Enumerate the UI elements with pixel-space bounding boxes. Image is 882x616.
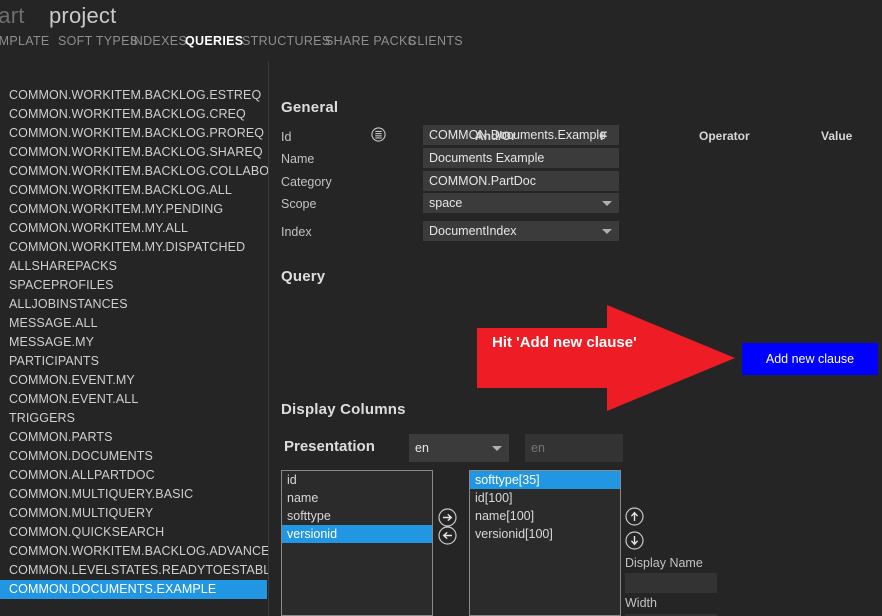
list-item[interactable]: softtype	[282, 507, 432, 525]
sidebar-item[interactable]: COMMON.WORKITEM.BACKLOG.ESTREQ	[0, 86, 268, 105]
general-section-heading: General	[281, 99, 338, 116]
chevron-down-icon	[492, 446, 502, 451]
sidebar-item[interactable]: SPACEPROFILES	[0, 276, 268, 295]
locale-text-input[interactable]	[525, 434, 623, 462]
sidebar-item[interactable]: ALLJOBINSTANCES	[0, 295, 268, 314]
sidebar-item[interactable]: COMMON.EVENT.ALL	[0, 390, 268, 409]
sidebar-item[interactable]: COMMON.DOCUMENTS.EXAMPLE	[0, 580, 267, 599]
locale-select[interactable]: en	[409, 434, 509, 462]
nav-tab-soft-types[interactable]: SOFT TYPES	[58, 34, 138, 48]
presentation-label: Presentation	[284, 438, 375, 455]
arrow-right-circle-icon[interactable]	[438, 508, 457, 527]
nav-tab-clients[interactable]: CLIENTS	[408, 34, 463, 48]
add-new-clause-button[interactable]: Add new clause	[742, 343, 878, 375]
nav-tab-structures[interactable]: STRUCTURES	[242, 34, 330, 48]
index-label: Index	[281, 225, 312, 239]
display-columns-heading: Display Columns	[281, 401, 406, 418]
sidebar-item[interactable]: COMMON.DOCUMENTS	[0, 447, 268, 466]
sidebar-item[interactable]: COMMON.WORKITEM.BACKLOG.ADVANCED	[0, 542, 268, 561]
list-item[interactable]: id	[282, 471, 432, 489]
query-list-sidebar[interactable]: COMMON.WORKITEM.BACKLOG.ESTREQCOMMON.WOR…	[0, 86, 268, 616]
sidebar-item[interactable]: ALLSHAREPACKS	[0, 257, 268, 276]
sidebar-item[interactable]: MESSAGE.MY	[0, 333, 268, 352]
chevron-down-icon	[602, 229, 612, 234]
sidebar-item[interactable]: COMMON.LEVELSTATES.READYTOESTABLISH	[0, 561, 268, 580]
nav-tab-queries[interactable]: QUERIES	[185, 34, 243, 48]
scope-label: Scope	[281, 197, 316, 211]
available-columns-list[interactable]: idnamesofttypeversionid	[281, 470, 433, 616]
sidebar-item[interactable]: COMMON.WORKITEM.BACKLOG.ALL	[0, 181, 268, 200]
index-select-value: DocumentIndex	[429, 224, 517, 238]
nav-tab-emplate[interactable]: EMPLATE	[0, 34, 50, 48]
width-label: Width	[625, 596, 657, 610]
arrow-down-circle-icon[interactable]	[625, 531, 644, 550]
sidebar-item[interactable]: COMMON.WORKITEM.BACKLOG.CREQ	[0, 105, 268, 124]
list-item[interactable]: name[100]	[470, 507, 620, 525]
sidebar-item[interactable]: PARTICIPANTS	[0, 352, 268, 371]
main-navigation: EMPLATE SOFT TYPESINDEXESQUERIESSTRUCTURE…	[0, 34, 882, 56]
query-column-header: Value	[821, 129, 852, 143]
arrow-left-circle-icon[interactable]	[438, 526, 457, 545]
list-item[interactable]: name	[282, 489, 432, 507]
list-item[interactable]: versionid	[282, 525, 432, 543]
selected-columns-list[interactable]: softtype[35]id[100]name[100]versionid[10…	[469, 470, 621, 616]
category-label: Category	[281, 175, 332, 189]
name-field[interactable]	[423, 148, 619, 168]
scope-select[interactable]: space	[423, 193, 619, 213]
sidebar-item[interactable]: COMMON.MULTIQUERY	[0, 504, 268, 523]
app-title: project	[49, 3, 116, 29]
sidebar-item[interactable]: MESSAGE.ALL	[0, 314, 268, 333]
scope-select-value: space	[429, 196, 462, 210]
id-label: Id	[281, 130, 291, 144]
application-window: tart project EMPLATE SOFT TYPESINDEXESQUE…	[0, 0, 882, 616]
arrow-up-circle-icon[interactable]	[625, 507, 644, 526]
sidebar-item[interactable]: COMMON.QUICKSEARCH	[0, 523, 268, 542]
list-item[interactable]: versionid[100]	[470, 525, 620, 543]
display-name-label: Display Name	[625, 556, 703, 570]
sidebar-item[interactable]: TRIGGERS	[0, 409, 268, 428]
list-circle-icon[interactable]	[371, 127, 386, 142]
sidebar-item[interactable]: COMMON.EVENT.MY	[0, 371, 268, 390]
query-detail-panel: General Id Name Category Scope space Ind…	[269, 86, 882, 616]
sidebar-item[interactable]: COMMON.PARTS	[0, 428, 268, 447]
query-column-header: And/Or	[475, 129, 516, 143]
nav-tab-share-packs[interactable]: SHARE PACKS	[325, 34, 416, 48]
sidebar-item[interactable]: COMMON.WORKITEM.MY.PENDING	[0, 200, 268, 219]
sidebar-item[interactable]: COMMON.WORKITEM.BACKLOG.PROREQ	[0, 124, 268, 143]
id-field[interactable]	[423, 125, 619, 145]
sidebar-item[interactable]: COMMON.WORKITEM.BACKLOG.COLLABORATI	[0, 162, 268, 181]
category-field[interactable]	[423, 171, 619, 191]
name-label: Name	[281, 152, 314, 166]
list-item[interactable]: id[100]	[470, 489, 620, 507]
query-column-header: F	[600, 129, 607, 143]
nav-tab-indexes[interactable]: INDEXES	[130, 34, 187, 48]
sidebar-item[interactable]: COMMON.WORKITEM.MY.DISPATCHED	[0, 238, 268, 257]
index-select[interactable]: DocumentIndex	[423, 221, 619, 241]
sidebar-item[interactable]: COMMON.MULTIQUERY.BASIC	[0, 485, 268, 504]
sidebar-item[interactable]: COMMON.WORKITEM.BACKLOG.SHAREQ	[0, 143, 268, 162]
list-item[interactable]: softtype[35]	[470, 471, 620, 489]
title-bar: tart project	[0, 0, 882, 32]
chevron-down-icon	[602, 201, 612, 206]
sidebar-item[interactable]: COMMON.ALLPARTDOC	[0, 466, 268, 485]
locale-select-value: en	[415, 441, 429, 455]
query-section-heading: Query	[281, 268, 325, 285]
sidebar-item[interactable]: COMMON.WORKITEM.MY.ALL	[0, 219, 268, 238]
query-column-header: Operator	[699, 129, 750, 143]
app-title-prefix: tart	[0, 3, 25, 29]
display-name-input[interactable]	[625, 573, 717, 593]
